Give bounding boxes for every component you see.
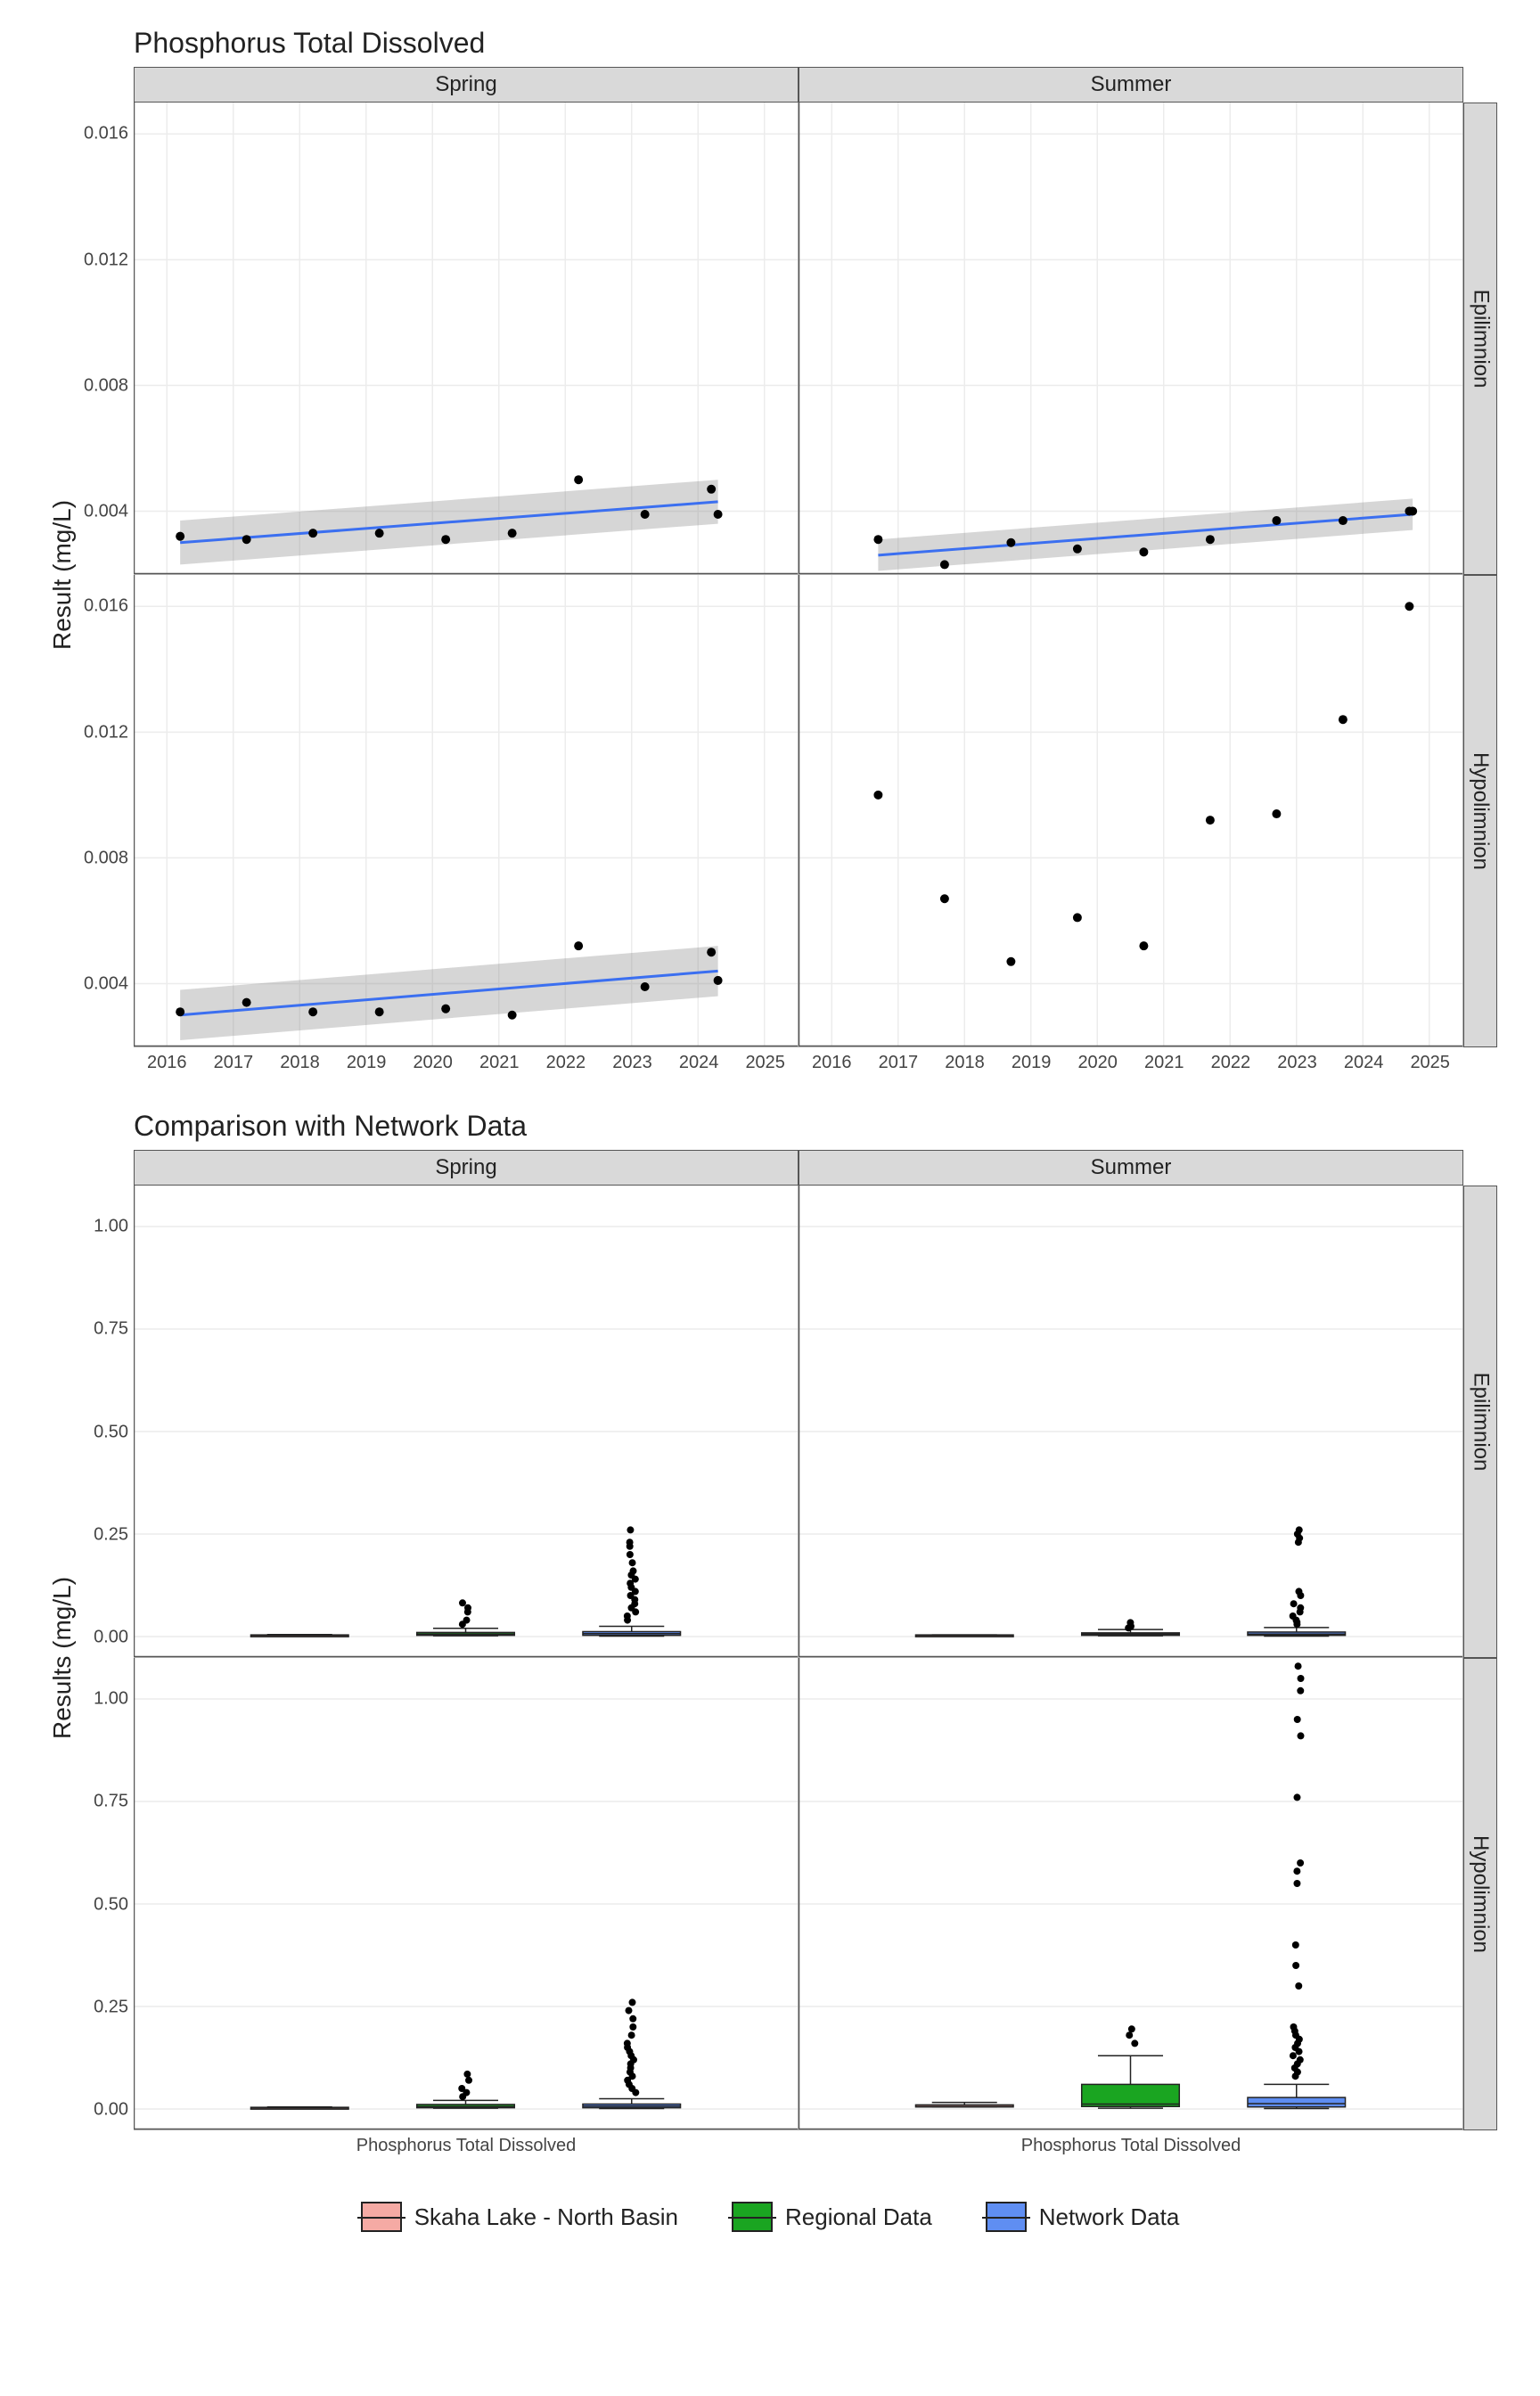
x-ticks: Phosphorus Total Dissolved xyxy=(134,2130,799,2175)
x-ticks: 2016201720182019202020212022202320242025 xyxy=(799,1047,1463,1092)
x-ticks: 2016201720182019202020212022202320242025 xyxy=(134,1047,799,1092)
chart-grid-2: Results (mg/L) SpringSummer 0.000.250.500.… xyxy=(36,1150,1497,2175)
chart-panel xyxy=(134,1186,799,1658)
y-axis-label: Results (mg/L) xyxy=(36,1186,89,2130)
chart-panel xyxy=(799,1658,1463,2130)
chart-panel xyxy=(134,103,799,575)
chart-panel xyxy=(799,575,1463,1047)
chart-panel xyxy=(134,1658,799,2130)
chart-panel xyxy=(134,575,799,1047)
chart-title-2: Comparison with Network Data xyxy=(134,1110,1504,1143)
legend: Skaha Lake - North Basin Regional Data Net… xyxy=(36,2202,1504,2232)
y-ticks: 0.000.250.500.751.00 xyxy=(89,1186,134,1658)
x-ticks: Phosphorus Total Dissolved xyxy=(799,2130,1463,2175)
facet-col-label: Summer xyxy=(799,1150,1463,1186)
legend-item: Skaha Lake - North Basin xyxy=(361,2202,678,2232)
facet-row-label: Hypolimnion xyxy=(1463,1658,1497,2130)
facet-row-label: Hypolimnion xyxy=(1463,575,1497,1047)
facet-col-label: Summer xyxy=(799,67,1463,103)
facet-col-label: Spring xyxy=(134,1150,799,1186)
legend-label: Network Data xyxy=(1039,2203,1180,2231)
y-ticks: 0.0040.0080.0120.016 xyxy=(89,103,134,575)
y-ticks: 0.0040.0080.0120.016 xyxy=(89,575,134,1047)
facet-row-label: Epilimnion xyxy=(1463,103,1497,575)
facet-row-label: Epilimnion xyxy=(1463,1186,1497,1658)
legend-label: Regional Data xyxy=(785,2203,932,2231)
legend-swatch xyxy=(732,2202,773,2232)
y-axis-label: Result (mg/L) xyxy=(36,103,89,1047)
y-ticks: 0.000.250.500.751.00 xyxy=(89,1658,134,2130)
chart-panel xyxy=(799,103,1463,575)
facet-col-label: Spring xyxy=(134,67,799,103)
legend-item: Regional Data xyxy=(732,2202,932,2232)
legend-item: Network Data xyxy=(986,2202,1180,2232)
chart-panel xyxy=(799,1186,1463,1658)
chart-title-1: Phosphorus Total Dissolved xyxy=(134,27,1504,60)
legend-label: Skaha Lake - North Basin xyxy=(414,2203,678,2231)
legend-swatch xyxy=(986,2202,1027,2232)
legend-swatch xyxy=(361,2202,402,2232)
chart-grid-1: Result (mg/L) SpringSummer 0.0040.0080.012… xyxy=(36,67,1497,1092)
